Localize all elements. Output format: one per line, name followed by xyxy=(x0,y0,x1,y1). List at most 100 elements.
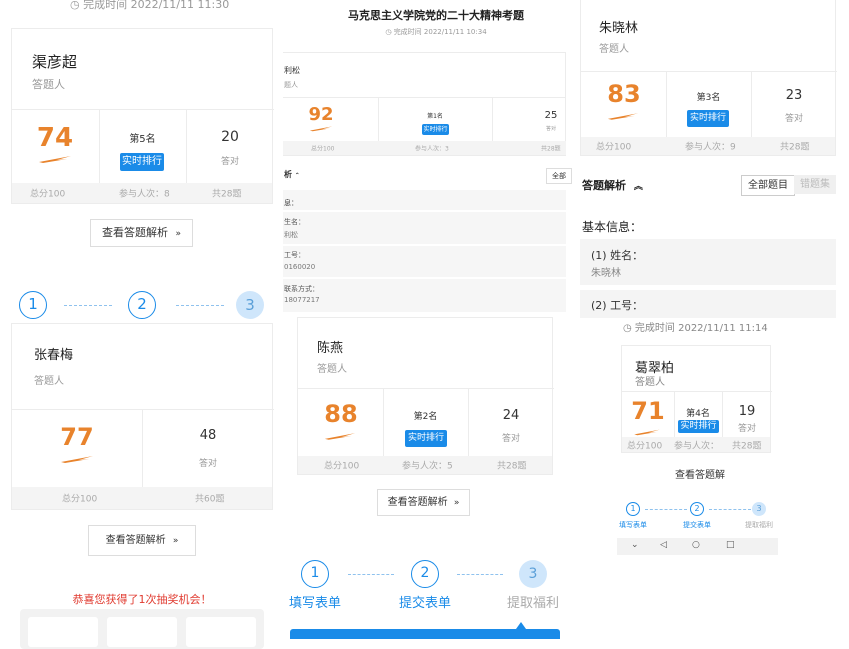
total-questions: 共28题 xyxy=(212,189,242,200)
chevron-double-down-icon: » xyxy=(453,498,460,508)
live-ranking-button[interactable]: 实时排行 xyxy=(422,124,449,135)
live-ranking-button[interactable]: 实时排行 xyxy=(687,110,729,127)
card-footer: 总分100 参与人次：8 共28题 xyxy=(12,183,272,203)
participants: 参与人次：3 xyxy=(415,145,449,153)
result-card: 陈燕 答题人 88 第2名 实时排行 24 答对 总分100 参与人次：5 共2… xyxy=(297,317,554,475)
chevron-double-down-icon: » xyxy=(172,536,179,546)
clock-icon: ◷ xyxy=(623,323,632,334)
recents-icon[interactable]: □ xyxy=(726,540,735,550)
step-3: 3 xyxy=(236,291,264,319)
score-value: 92 xyxy=(308,104,334,125)
total-questions: 共60题 xyxy=(195,494,225,505)
result-card: 张春梅 答题人 77 48 答对 总分100 共60题 xyxy=(11,323,274,510)
total-score: 总分100 xyxy=(324,461,360,472)
rank-label: 第1名 xyxy=(427,113,443,120)
correct-count: 20 xyxy=(221,129,239,145)
total-score: 总分100 xyxy=(311,145,335,153)
respondent-name: 利松 xyxy=(284,66,300,75)
respondent-role: 题人 xyxy=(284,81,298,89)
respondent-name: 渠彦超 xyxy=(32,53,78,71)
swoosh-icon xyxy=(607,113,639,120)
correct-label: 答对 xyxy=(784,114,803,124)
swoosh-icon xyxy=(634,429,660,436)
view-analysis-button[interactable]: 查看答题解析 » xyxy=(377,489,470,516)
swoosh-icon xyxy=(309,126,333,132)
timestamp: ◷ 完成时间 2022/11/11 11:30 xyxy=(70,0,230,11)
section-header: 析 ⌃ xyxy=(284,170,300,179)
result-card: 朱晓林 答题人 83 第3名 实时排行 23 答对 总分100 参与人次：9 共… xyxy=(580,0,837,156)
result-card: 葛翠柏 答题人 71 第4名 实时排行 19 答对 总分100 参与人次： 共2… xyxy=(621,345,772,453)
correct-label: 答对 xyxy=(198,459,217,469)
card-footer: 总分100 共60题 xyxy=(12,487,272,509)
total-score: 总分100 xyxy=(627,441,663,451)
view-analysis-button[interactable]: 查看答题解析 » xyxy=(88,525,196,556)
info-row-1: (1) 姓名： 朱晓林 xyxy=(580,239,836,285)
correct-label: 答对 xyxy=(501,434,520,444)
correct-count: 19 xyxy=(738,404,756,419)
timestamp: ◷ 完成时间 2022/11/11 11:14 xyxy=(623,323,768,334)
rank-label: 第3名 xyxy=(696,93,721,103)
back-icon[interactable]: ◁ xyxy=(660,540,667,550)
score-value: 83 xyxy=(607,80,641,108)
step-3-label: 提取福利 xyxy=(506,596,559,611)
total-questions: 共28题 xyxy=(732,441,762,451)
tab-wrong-questions[interactable]: 错题集 xyxy=(794,175,836,194)
step-1: 1 xyxy=(19,291,47,319)
participants: 参与人次：8 xyxy=(119,189,170,200)
step-1: 1 xyxy=(301,560,329,588)
submit-bar[interactable] xyxy=(290,629,560,639)
result-card: 渠彦超 答题人 74 第5名 实时排行 20 答对 总分100 参与人次：8 共… xyxy=(11,28,274,204)
chevron-up-icon: ⌃ xyxy=(294,172,300,179)
info-row-2: (2) 工号： xyxy=(580,290,836,318)
timestamp: ◷ 完成时间 2022/11/11 10:34 xyxy=(385,28,487,36)
prize-tile[interactable] xyxy=(28,617,98,647)
rank-label: 第4名 xyxy=(686,409,710,419)
chevron-double-up-icon: ︽ xyxy=(633,182,643,192)
step-1-label: 填写表单 xyxy=(288,596,341,611)
correct-count: 23 xyxy=(785,88,803,103)
step-1-label: 填写表单 xyxy=(619,521,647,529)
live-ranking-button[interactable]: 实时排行 xyxy=(120,153,164,171)
step-3: 3 xyxy=(752,502,766,516)
swoosh-icon xyxy=(61,456,93,463)
rank-label: 第5名 xyxy=(129,134,156,145)
android-nav-bar: ⌄ ◁ ○ □ xyxy=(617,538,778,555)
step-1: 1 xyxy=(626,502,640,516)
step-2-label: 提交表单 xyxy=(683,521,711,529)
step-3: 3 xyxy=(519,560,547,588)
card-footer: 总分100 参与人次：5 共28题 xyxy=(298,456,552,474)
view-analysis-button[interactable]: 查看答题解析 » xyxy=(90,219,193,247)
prize-tile[interactable] xyxy=(107,617,177,647)
correct-label: 答对 xyxy=(220,157,239,167)
live-ranking-button[interactable]: 实时排行 xyxy=(405,430,447,447)
respondent-role: 答题人 xyxy=(32,78,65,91)
chevron-down-icon[interactable]: ⌄ xyxy=(631,540,639,550)
home-icon[interactable]: ○ xyxy=(692,540,700,550)
total-score: 总分100 xyxy=(596,142,632,153)
respondent-name: 张春梅 xyxy=(34,348,74,363)
prize-message: 恭喜您获得了1次抽奖机会！ xyxy=(72,593,212,606)
total-score: 总分100 xyxy=(62,494,98,505)
step-2: 2 xyxy=(411,560,439,588)
swoosh-icon xyxy=(39,156,71,163)
tab-all-questions[interactable]: 全部题目 xyxy=(741,175,795,196)
tab-all[interactable]: 全部 xyxy=(546,168,572,184)
respondent-role: 答题人 xyxy=(635,377,665,388)
clock-icon: ◷ xyxy=(70,0,80,11)
respondent-name: 陈燕 xyxy=(317,341,344,356)
participants: 参与人次：9 xyxy=(685,142,736,153)
score-value: 77 xyxy=(60,423,94,451)
section-header: 答题解析 ︽ xyxy=(582,179,643,192)
correct-count: 24 xyxy=(502,408,520,423)
total-questions: 共28题 xyxy=(780,142,810,153)
view-analysis-button[interactable]: 查看答题解 xyxy=(665,466,735,481)
correct-label: 答对 xyxy=(737,424,756,434)
card-footer: 总分100 参与人次：9 共28题 xyxy=(581,137,835,155)
step-2-label: 提交表单 xyxy=(398,596,451,611)
prize-tile[interactable] xyxy=(186,617,256,647)
live-ranking-button[interactable]: 实时排行 xyxy=(678,420,719,433)
info-block: 息： 生名： 利松 工号： 0160020 联系方式： 18077217 xyxy=(283,190,566,312)
step-2: 2 xyxy=(690,502,704,516)
card-footer: 总分100 参与人次：3 共28题 xyxy=(283,141,566,155)
step-2: 2 xyxy=(128,291,156,319)
